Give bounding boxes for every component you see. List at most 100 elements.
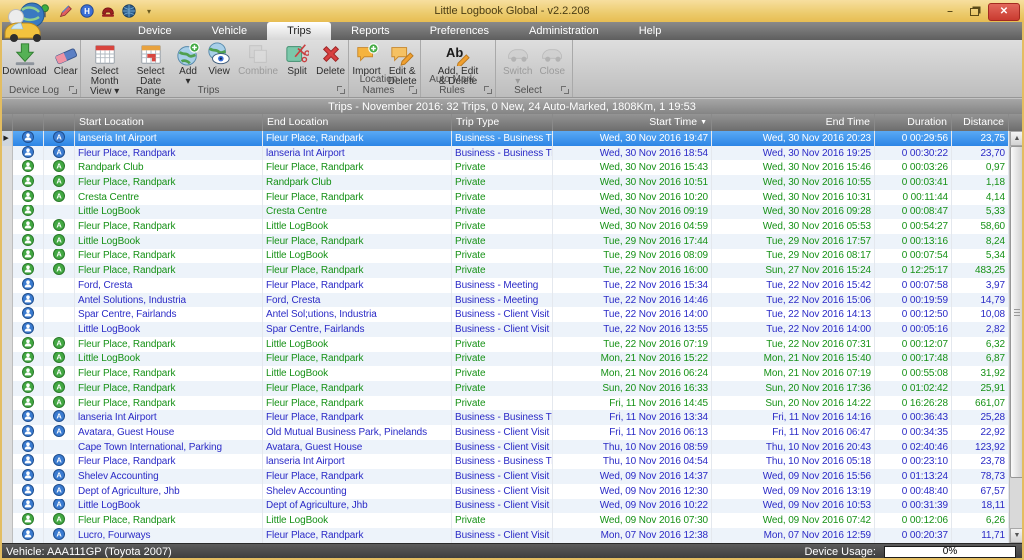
dialog-launcher-icon[interactable] bbox=[561, 86, 569, 94]
help-icon[interactable]: H bbox=[80, 4, 94, 18]
ribbon-group-trips: Select Month View ▾Select Date RangeAdd … bbox=[81, 40, 349, 97]
start-time-cell: Tue, 29 Nov 2016 08:09 bbox=[553, 249, 712, 264]
trip-row[interactable]: ▶Alanseria Int AirportFleur Place, Randp… bbox=[0, 131, 1009, 146]
tab-vehicle[interactable]: Vehicle bbox=[192, 22, 267, 40]
scroll-down-button[interactable]: ▼ bbox=[1010, 528, 1024, 543]
distance-cell: 5,34 bbox=[952, 249, 1009, 264]
svg-text:A: A bbox=[56, 162, 62, 171]
clear-button[interactable]: Clear bbox=[51, 41, 81, 77]
trip-row[interactable]: AFleur Place, RandparkRandpark ClubPriva… bbox=[0, 175, 1009, 190]
auto-marked-cell: A bbox=[44, 469, 75, 484]
duration-cell: 0 00:12:06 bbox=[875, 513, 952, 528]
dialog-launcher-icon[interactable] bbox=[484, 86, 492, 94]
duration-cell: 0 00:05:16 bbox=[875, 322, 952, 337]
trip-row[interactable]: AFleur Place, RandparkLittle LogBookPriv… bbox=[0, 337, 1009, 352]
trip-row[interactable]: AFleur Place, Randparklanseria Int Airpo… bbox=[0, 454, 1009, 469]
tab-trips[interactable]: Trips bbox=[267, 22, 331, 40]
trip-row[interactable]: Alanseria Int AirportFleur Place, Randpa… bbox=[0, 410, 1009, 425]
duration-cell: 0 00:12:07 bbox=[875, 337, 952, 352]
trip-row[interactable]: Little LogBookSpar Centre, FairlandsBusi… bbox=[0, 322, 1009, 337]
svg-text:A: A bbox=[56, 265, 62, 274]
auto-marked-cell bbox=[44, 322, 75, 337]
tab-reports[interactable]: Reports bbox=[331, 22, 410, 40]
add-button[interactable]: Add ▾ bbox=[173, 41, 203, 87]
scroll-up-button[interactable]: ▲ bbox=[1010, 131, 1024, 146]
trip-row[interactable]: AFleur Place, RandparkLittle LogBookPriv… bbox=[0, 366, 1009, 381]
trip-row[interactable]: Antel Solutions, IndustriaFord, CrestaBu… bbox=[0, 293, 1009, 308]
toolbar-options-icon[interactable]: ▾ bbox=[147, 7, 151, 16]
trip-row[interactable]: ARandpark ClubFleur Place, RandparkPriva… bbox=[0, 160, 1009, 175]
trip-row[interactable]: ALittle LogBookDept of Agriculture, JhbB… bbox=[0, 499, 1009, 514]
trip-row[interactable]: Ford, CrestaFleur Place, RandparkBusines… bbox=[0, 278, 1009, 293]
title-bar: Little Logbook Global - v2.2.208 bbox=[0, 0, 1024, 22]
col-header-start-location[interactable]: Start Location bbox=[75, 114, 263, 131]
dialog-launcher-icon[interactable] bbox=[69, 86, 77, 94]
col-header-end-location[interactable]: End Location bbox=[263, 114, 452, 131]
switch-button[interactable]: Switch ▾ bbox=[500, 41, 535, 87]
import-button[interactable]: Import bbox=[349, 41, 383, 77]
sort-descending-icon: ▼ bbox=[700, 119, 707, 126]
close-button[interactable]: ✕ bbox=[988, 3, 1020, 21]
auto-marked-cell bbox=[44, 205, 75, 220]
trip-row[interactable]: AFleur Place, RandparkLittle LogBookPriv… bbox=[0, 249, 1009, 264]
phone-icon[interactable] bbox=[101, 4, 115, 18]
trip-row[interactable]: AFleur Place, RandparkFleur Place, Randp… bbox=[0, 396, 1009, 411]
trip-row[interactable]: AFleur Place, RandparkLittle LogBookPriv… bbox=[0, 219, 1009, 234]
minimize-button[interactable]: – bbox=[940, 5, 960, 19]
trip-type-cell: Private bbox=[452, 337, 553, 352]
delete-button[interactable]: Delete bbox=[313, 41, 348, 77]
scrollbar-thumb[interactable] bbox=[1010, 146, 1024, 478]
app-logo-icon[interactable] bbox=[3, 2, 49, 44]
trip-category-icon bbox=[22, 337, 34, 352]
close-button[interactable]: Close bbox=[536, 41, 568, 77]
trip-row[interactable]: ALittle LogBookFleur Place, RandparkPriv… bbox=[0, 234, 1009, 249]
end-time-cell: Tue, 22 Nov 2016 15:42 bbox=[712, 278, 875, 293]
window-controls: – ✕ bbox=[940, 3, 1020, 21]
trip-row[interactable]: Spar Centre, FairlandsAntel Sol;utions, … bbox=[0, 307, 1009, 322]
trip-row[interactable]: AAvatara, Guest HouseOld Mutual Business… bbox=[0, 425, 1009, 440]
start-time-cell: Wed, 30 Nov 2016 10:20 bbox=[553, 190, 712, 205]
trip-row[interactable]: ACresta CentreFleur Place, RandparkPriva… bbox=[0, 190, 1009, 205]
trip-row[interactable]: Cape Town International, ParkingAvatara,… bbox=[0, 440, 1009, 455]
category-icon-cell bbox=[13, 307, 44, 322]
trip-row[interactable]: AShelev AccountingFleur Place, RandparkB… bbox=[0, 469, 1009, 484]
trip-row[interactable]: AFleur Place, RandparkFleur Place, Randp… bbox=[0, 263, 1009, 278]
col-header-end-time[interactable]: End Time bbox=[712, 114, 875, 131]
trip-type-cell: Business - Business Travel bbox=[452, 146, 553, 161]
trip-category-icon bbox=[22, 425, 34, 440]
col-header-start-time[interactable]: Start Time▼ bbox=[553, 114, 712, 131]
distance-cell: 6,87 bbox=[952, 352, 1009, 367]
tab-device[interactable]: Device bbox=[118, 22, 192, 40]
col-header-trip-type[interactable]: Trip Type bbox=[452, 114, 553, 131]
tab-administration[interactable]: Administration bbox=[509, 22, 619, 40]
combine-button[interactable]: Combine bbox=[235, 41, 281, 77]
split-button[interactable]: Split bbox=[282, 41, 312, 77]
download-button[interactable]: Download bbox=[0, 41, 50, 77]
globe-icon[interactable] bbox=[122, 4, 136, 18]
trip-row[interactable]: AFleur Place, Randparklanseria Int Airpo… bbox=[0, 146, 1009, 161]
auto-marked-icon: A bbox=[53, 175, 65, 190]
trips-summary-bar: Trips - November 2016: 32 Trips, 0 New, … bbox=[0, 98, 1024, 114]
col-header-distance[interactable]: Distance bbox=[952, 114, 1009, 131]
vertical-scrollbar[interactable]: ▲ ▼ bbox=[1009, 131, 1024, 543]
trip-row[interactable]: ALittle LogBookFleur Place, RandparkPriv… bbox=[0, 352, 1009, 367]
svg-text:A: A bbox=[56, 250, 62, 259]
trip-row[interactable]: AFleur Place, RandparkFleur Place, Randp… bbox=[0, 381, 1009, 396]
row-selector-cell: ▶ bbox=[0, 131, 13, 146]
tab-preferences[interactable]: Preferences bbox=[410, 22, 509, 40]
tab-help[interactable]: Help bbox=[619, 22, 682, 40]
trip-row[interactable]: ALucro, FourwaysFleur Place, RandparkBus… bbox=[0, 528, 1009, 543]
trip-row[interactable]: Little LogBookCresta CentrePrivateWed, 3… bbox=[0, 205, 1009, 220]
trip-row[interactable]: ADept of Agriculture, JhbShelev Accounti… bbox=[0, 484, 1009, 499]
auto-marked-icon: A bbox=[53, 513, 65, 528]
dialog-launcher-icon[interactable] bbox=[337, 86, 345, 94]
start-time-cell: Wed, 30 Nov 2016 10:51 bbox=[553, 175, 712, 190]
restore-button[interactable] bbox=[964, 5, 984, 19]
auto-marked-icon: A bbox=[53, 499, 65, 514]
edit-pencil-icon[interactable] bbox=[59, 4, 73, 18]
col-header-duration[interactable]: Duration bbox=[875, 114, 952, 131]
view-button[interactable]: View bbox=[204, 41, 234, 77]
trip-row[interactable]: AFleur Place, RandparkLittle LogBookPriv… bbox=[0, 513, 1009, 528]
dialog-launcher-icon[interactable] bbox=[409, 86, 417, 94]
trip-type-cell: Private bbox=[452, 175, 553, 190]
